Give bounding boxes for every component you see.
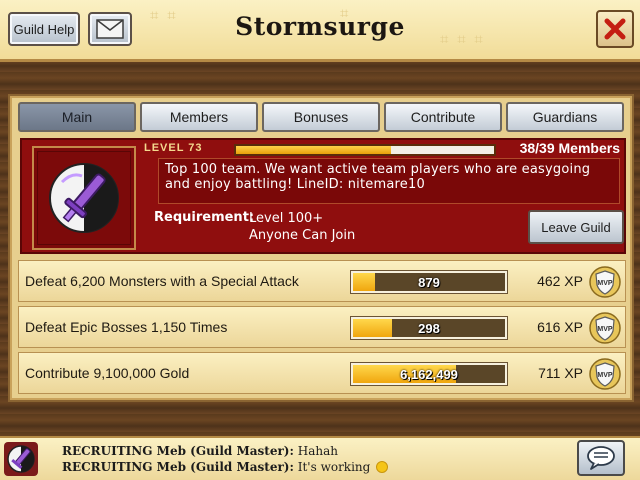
svg-text:MVP: MVP: [597, 372, 613, 379]
close-button[interactable]: [596, 10, 634, 48]
mail-button[interactable]: [88, 12, 132, 46]
guild-level-progress-bar: [234, 144, 496, 156]
chat-message: RECRUITING Meb (Guild Master): It's work…: [62, 460, 389, 474]
quest-description: Contribute 9,100,000 Gold: [25, 365, 190, 381]
speech-bubble-icon: [587, 446, 615, 470]
requirement-values: Level 100+ Anyone Can Join: [249, 210, 355, 244]
tab-guardians[interactable]: Guardians: [506, 102, 624, 132]
quest-row: Contribute 9,100,000 Gold 6,162,499 711 …: [18, 352, 626, 394]
quest-progress-value: 298: [418, 321, 440, 336]
quest-row: Defeat 6,200 Monsters with a Special Att…: [18, 260, 626, 302]
leave-guild-label: Leave Guild: [541, 219, 611, 235]
quest-progress-bar: 298: [350, 316, 508, 340]
svg-text:MVP: MVP: [597, 326, 613, 333]
leave-guild-button[interactable]: Leave Guild: [528, 210, 624, 244]
close-x-icon: [604, 18, 626, 40]
tab-label: Contribute: [410, 109, 476, 125]
chat-message: RECRUITING Meb (Guild Master): Hahah: [62, 444, 338, 458]
guild-help-label: Guild Help: [13, 21, 75, 37]
envelope-icon: [96, 19, 124, 39]
guild-name-title: Stormsurge: [235, 12, 405, 41]
chat-text: Hahah: [297, 444, 338, 458]
header-bar: ⌗ ⌗ ⌗ ⌗ ⌗ ⌗ Guild Help Stormsurge: [0, 0, 640, 62]
guild-info-panel: LEVEL 73 38/39 Members Top 100 team. We …: [20, 138, 626, 254]
tab-label: Guardians: [532, 109, 598, 125]
guild-panel: Main Members Bonuses Contribute Guardian…: [10, 96, 632, 400]
quest-progress-value: 879: [418, 275, 440, 290]
chat-sender: RECRUITING Meb (Guild Master):: [62, 460, 294, 474]
quest-progress-value: 6,162,499: [400, 367, 458, 382]
emblem-frame: [32, 146, 136, 250]
member-count: 38/39 Members: [519, 140, 620, 156]
requirement-join-type: Anyone Can Join: [249, 228, 356, 243]
tab-bonuses[interactable]: Bonuses: [262, 102, 380, 132]
guild-description: Top 100 team. We want active team player…: [158, 158, 620, 204]
level-progress-fill: [236, 146, 391, 154]
mvp-shield-icon: MVP: [589, 266, 621, 298]
chat-text: It's working: [297, 460, 371, 474]
mvp-shield-icon: MVP: [589, 312, 621, 344]
guild-emblem-icon: [4, 442, 38, 476]
quest-xp-reward: 711 XP: [538, 365, 583, 381]
chat-sender: RECRUITING Meb (Guild Master):: [62, 444, 294, 458]
tab-label: Members: [169, 109, 229, 125]
tab-main[interactable]: Main: [18, 102, 136, 132]
quest-xp-reward: 616 XP: [537, 319, 583, 335]
tab-contribute[interactable]: Contribute: [384, 102, 502, 132]
quest-xp-reward: 462 XP: [537, 273, 583, 289]
open-chat-button[interactable]: [577, 440, 625, 476]
svg-text:MVP: MVP: [597, 280, 613, 287]
guild-chat-bar[interactable]: RECRUITING Meb (Guild Master): Hahah REC…: [0, 436, 640, 480]
quest-description: Defeat 6,200 Monsters with a Special Att…: [25, 273, 299, 289]
mvp-shield-icon: MVP: [589, 358, 621, 390]
quest-progress-bar: 879: [350, 270, 508, 294]
purple-sword-emblem-icon: [49, 163, 119, 233]
smiley-emoji-icon: [376, 461, 389, 473]
guild-help-button[interactable]: Guild Help: [8, 12, 80, 46]
tab-members[interactable]: Members: [140, 102, 258, 132]
requirement-level: Level 100+: [249, 211, 324, 226]
requirement-label: Requirement:: [154, 210, 255, 225]
quest-progress-bar: 6,162,499: [350, 362, 508, 386]
guild-level-label: LEVEL 73: [144, 142, 203, 154]
tab-label: Main: [61, 109, 93, 125]
quest-description: Defeat Epic Bosses 1,150 Times: [25, 319, 228, 335]
quest-row: Defeat Epic Bosses 1,150 Times 298 616 X…: [18, 306, 626, 348]
tab-label: Bonuses: [293, 109, 349, 125]
